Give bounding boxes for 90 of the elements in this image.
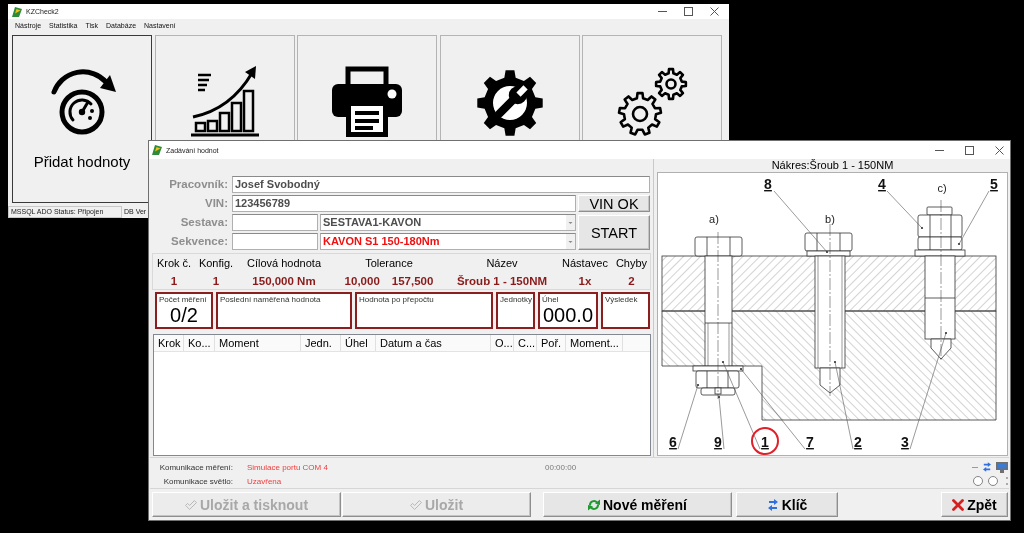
step-value: 10,000 [344,274,380,288]
step-value: 2 [628,274,635,288]
leader-line [886,190,924,230]
column-header[interactable]: Moment... [566,335,623,351]
callout-number: 4 [878,176,886,192]
vin-field[interactable]: 123456789 [232,195,576,212]
variant-label: c) [937,182,947,194]
callout-number: 5 [990,176,998,192]
readout-value: 000.0 [542,305,594,326]
column-header[interactable]: Jedn. [301,335,341,351]
indicator-light-icon [988,476,998,486]
step-value: 1 [212,274,220,288]
printer-icon [331,65,403,137]
column-header[interactable]: Úhel [341,335,376,351]
variant-label: b) [825,213,835,225]
readout-label: Počet měření [159,295,207,305]
callout-number: 7 [806,434,814,450]
callout-number: 8 [764,176,772,192]
leader-line [677,383,700,450]
maximize-icon[interactable] [684,7,693,16]
assembly-code-field[interactable] [232,214,318,231]
growth-chart-icon [188,65,261,137]
step-value: 1x [578,274,592,288]
field-label: Sekvence: [170,234,229,249]
check-icon [409,498,422,511]
dash-icon [972,466,978,468]
app-logo-icon [152,145,162,155]
callout-number: 1 [761,434,769,450]
action-button[interactable]: Klíč [736,492,838,517]
readout-value: 0/2 [170,305,198,326]
tile-button[interactable]: Přidat hodnoty [12,35,152,203]
step-value: 150,000 Nm [252,274,316,288]
status-label: Komunikace světlo: [162,476,233,486]
computer-icon[interactable] [996,461,1008,473]
callout-number: 3 [901,434,909,450]
drawing-title: Nákres:Šroub 1 - 150NM [770,159,895,172]
timer-text: 00:00:00 [545,462,577,472]
readout-label: Jednotky [500,295,533,305]
action-button[interactable]: Zpět [941,492,1008,517]
sync-arrows-icon[interactable] [983,462,991,472]
column-header[interactable]: O... [491,335,514,351]
x-mark-icon [952,498,965,511]
column-header[interactable]: Ko... [184,335,215,351]
column-header[interactable]: Poř. [537,335,566,351]
step-header: Chyby [615,256,648,270]
refresh-icon [587,498,600,511]
status-value: Simulace portu COM 4 [247,462,329,472]
step-header: Nástavec [562,256,608,270]
app-logo-icon [12,6,22,17]
sequence-dropdown[interactable]: KAVON S1 150-180Nm [320,233,576,250]
swap-arrows-icon [766,498,779,511]
step-value: 1 [170,274,178,288]
step-value: Šroub 1 - 150NM [456,274,548,288]
step-header: Cílová hodnota [247,256,321,270]
column-header[interactable]: Krok [154,335,184,351]
status-label: Komunikace měření: [158,462,233,472]
status-value: Uzavřena [247,476,283,486]
minimize-icon[interactable] [935,149,944,151]
field-label: VIN: [204,196,229,211]
step-header: Tolerance [365,256,413,270]
step-value: 157,500 [391,274,434,288]
close-icon[interactable] [710,7,719,16]
assembly-dropdown[interactable]: SESTAVA1-KAVON [320,214,576,231]
start-button[interactable]: START [578,215,650,250]
indicator-light-icon [973,476,983,486]
field-label: Pracovník: [168,177,229,192]
variant-label: a) [709,213,719,225]
column-header[interactable]: C... [514,335,537,351]
column-header[interactable]: Datum a čas [376,335,491,351]
callout-number: 2 [854,434,862,450]
vin-ok-button[interactable]: VIN OK [578,195,650,212]
callout-number: 6 [669,434,677,450]
readout-label: Úhel [542,295,559,305]
field-label: Sestava: [179,215,229,230]
leader-line [957,190,990,246]
check-icon [184,498,197,511]
readout-label: Hodnota po přepočtu [359,295,434,305]
sequence-code-field[interactable] [232,233,318,250]
gears-icon [616,65,688,137]
action-button[interactable]: Nové měření [543,492,732,517]
column-header[interactable]: Moment [215,335,301,351]
step-header: Název [486,256,518,270]
readout-label: Výsledek [605,295,638,305]
operator-field[interactable]: Josef Svobodný [232,176,650,193]
maximize-icon[interactable] [965,145,974,155]
step-header: Konfig. [198,256,234,270]
readout-label: Poslední naměřená hodnota [220,295,321,305]
close-icon[interactable] [995,145,1004,155]
callout-number: 9 [714,434,722,450]
step-header: Krok č. [156,256,192,270]
